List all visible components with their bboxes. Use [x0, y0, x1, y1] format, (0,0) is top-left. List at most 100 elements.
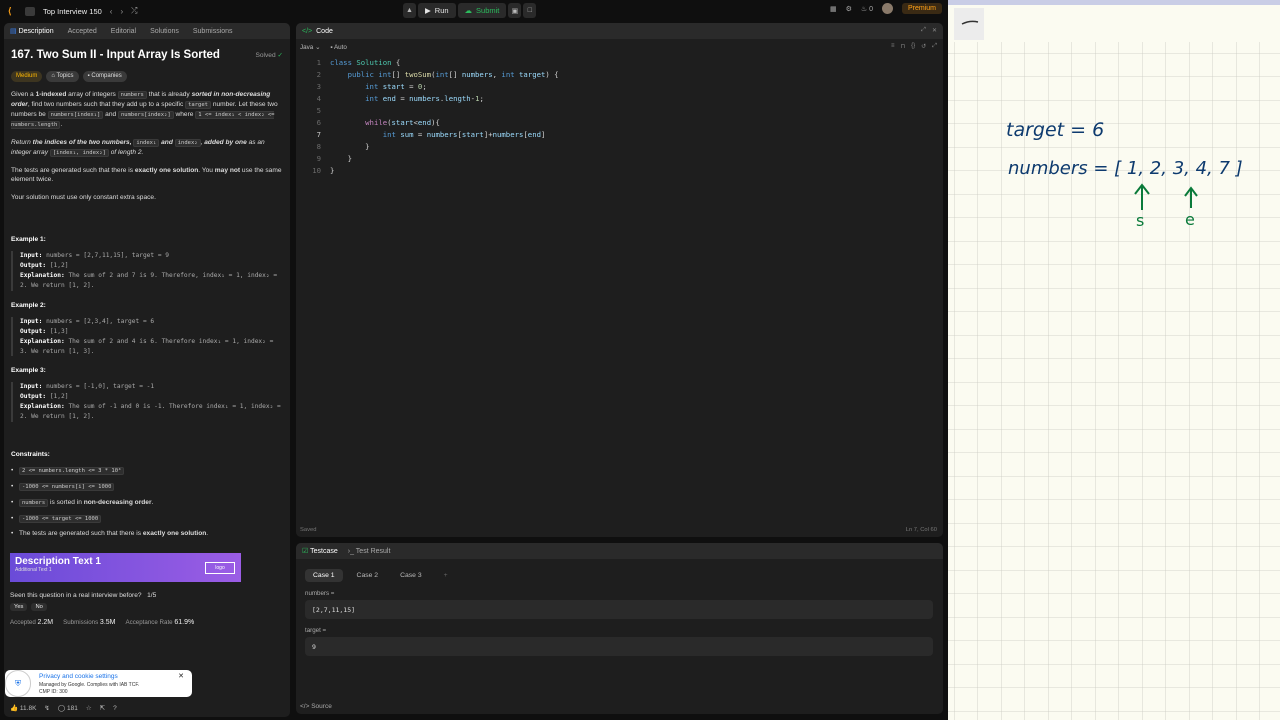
- code-line[interactable]: class Solution {: [330, 57, 400, 69]
- solved-status: Solved ✓: [255, 51, 283, 61]
- avatar[interactable]: [881, 3, 893, 14]
- code-title: Code: [316, 27, 333, 35]
- reset-icon[interactable]: ↺: [921, 43, 926, 50]
- bookmark-icon[interactable]: ⊓: [900, 43, 905, 50]
- code-line[interactable]: int start = 0;: [330, 81, 427, 93]
- settings-icon[interactable]: ⚙: [846, 5, 852, 13]
- line-number: 7: [316, 130, 321, 139]
- submit-button[interactable]: ☁ Submit: [457, 3, 507, 18]
- code-icon: </>: [302, 27, 313, 35]
- streak-counter[interactable]: ♨ 0: [861, 5, 873, 13]
- code-line[interactable]: }: [330, 165, 334, 177]
- list-item: 2 <= numbers.length <= 3 * 10⁴: [11, 466, 283, 476]
- code-editor[interactable]: 1 class Solution { 2 public int[] twoSum(…: [296, 55, 943, 175]
- close-icon[interactable]: ✕: [178, 672, 184, 680]
- line-number: 9: [316, 154, 321, 163]
- code-line[interactable]: int sum = numbers[start]+numbers[end]: [330, 129, 546, 141]
- companies-chip[interactable]: ▪ Companies: [82, 71, 127, 83]
- close-icon[interactable]: ✕: [932, 27, 937, 34]
- input-label: target =: [305, 627, 327, 634]
- problem-list-icon[interactable]: [25, 6, 35, 16]
- target-input[interactable]: 9: [305, 637, 933, 656]
- fullscreen-icon[interactable]: ⤢: [932, 43, 937, 50]
- statement-paragraph: Given a 1-indexed array of integers numb…: [11, 91, 278, 129]
- next-problem-icon[interactable]: ›: [120, 7, 123, 16]
- constraints-list: 2 <= numbers.length <= 3 * 10⁴ -1000 <= …: [11, 466, 283, 539]
- maximize-icon[interactable]: ⤢: [921, 27, 926, 34]
- code-line[interactable]: }: [330, 141, 369, 153]
- description-panel: ▤ Description Accepted Editorial Solutio…: [4, 23, 290, 717]
- like-button[interactable]: 👍 11.8K: [10, 704, 36, 712]
- numbers-input[interactable]: [2,7,11,15]: [305, 600, 933, 619]
- share-icon[interactable]: ⇱: [100, 704, 105, 712]
- premium-button[interactable]: Premium: [901, 3, 942, 14]
- source-label: Source: [311, 703, 332, 710]
- acceptance-rate-stat: Acceptance Rate 61.9%: [125, 619, 194, 626]
- run-button[interactable]: ▶ Run: [418, 3, 456, 18]
- tab-test-result[interactable]: ›_ Test Result: [348, 548, 391, 555]
- case-tab[interactable]: Case 3: [392, 569, 430, 582]
- streak-value: 0: [869, 5, 873, 13]
- difficulty-badge[interactable]: Medium: [11, 71, 43, 83]
- privacy-title[interactable]: Privacy and cookie settings: [39, 673, 118, 680]
- comments-count: 181: [66, 705, 78, 712]
- add-case-icon[interactable]: +: [436, 569, 456, 582]
- acceptance-rate-value: 61.9%: [174, 619, 195, 627]
- statement-paragraph: The tests are generated such that there …: [11, 166, 282, 184]
- whiteboard-button[interactable]: □: [523, 3, 537, 18]
- code-line[interactable]: int end = numbers.length-1;: [330, 93, 484, 105]
- bottom-bar: 👍 11.8K ↯ ◯ 181 ☆ ⇱ ?: [4, 700, 290, 716]
- ad-title: Description Text 1: [15, 556, 101, 568]
- help-icon[interactable]: ?: [113, 705, 117, 712]
- likes-count: 11.8K: [19, 705, 37, 712]
- prev-problem-icon[interactable]: ‹: [110, 7, 113, 16]
- code-line[interactable]: }: [330, 153, 352, 165]
- yes-button[interactable]: Yes: [10, 603, 28, 612]
- feedback-question: Seen this question in a real interview b…: [10, 592, 142, 600]
- example-output: [1,3]: [49, 327, 69, 335]
- problem-title[interactable]: 167. Two Sum II - Input Array Is Sorted: [11, 47, 220, 64]
- language-select[interactable]: Java ⌄: [300, 44, 320, 51]
- topics-chip[interactable]: ⌂ Topics: [46, 71, 79, 83]
- autocomplete-toggle[interactable]: ▪ Auto: [330, 44, 347, 51]
- description-icon: ▤: [10, 28, 17, 35]
- code-line[interactable]: public int[] twoSum(int[] numbers, int t…: [330, 69, 559, 81]
- format-icon[interactable]: ≡: [891, 43, 895, 50]
- no-button[interactable]: No: [31, 603, 47, 612]
- language-value: Java: [300, 43, 314, 51]
- constraints-heading: Constraints:: [11, 451, 50, 458]
- tab-testcase[interactable]: ☑ Testcase: [302, 547, 338, 555]
- tab-description[interactable]: ▤ Description: [10, 27, 54, 35]
- star-icon[interactable]: ☆: [86, 704, 92, 712]
- testcase-header: ☑ Testcase ›_ Test Result: [296, 543, 943, 559]
- code-icon: </>: [300, 703, 310, 710]
- code-line[interactable]: while(start<end){: [330, 117, 440, 129]
- shuffle-icon[interactable]: ⤮: [131, 6, 137, 16]
- leetcode-logo-icon[interactable]: ⟨: [8, 6, 17, 16]
- ad-banner[interactable]: Description Text 1 Additional Text 1 log…: [10, 553, 241, 583]
- braces-icon[interactable]: {}: [911, 43, 915, 50]
- dislike-icon[interactable]: ↯: [44, 704, 49, 712]
- tab-accepted[interactable]: Accepted: [68, 28, 97, 35]
- layout-icon[interactable]: ▦: [830, 5, 837, 13]
- whiteboard[interactable]: target = 6 numbers = [ 1, 2, 3, 4, 7 ] s…: [948, 0, 1280, 720]
- source-link[interactable]: </> Source: [300, 703, 332, 710]
- case-tab[interactable]: Case 2: [349, 569, 387, 582]
- interview-feedback: Seen this question in a real interview b…: [10, 592, 284, 599]
- notes-button[interactable]: ▣: [508, 3, 522, 18]
- input-label: numbers =: [305, 590, 335, 597]
- tab-submissions[interactable]: Submissions: [193, 28, 233, 35]
- problem-list-title[interactable]: Top Interview 150: [43, 7, 102, 16]
- tab-solutions[interactable]: Solutions: [150, 28, 179, 35]
- shield-icon[interactable]: ⛨: [5, 670, 31, 697]
- tab-editorial[interactable]: Editorial: [111, 28, 136, 35]
- comments-button[interactable]: ◯ 181: [58, 704, 78, 712]
- list-item: -1000 <= numbers[i] <= 1000: [11, 482, 283, 492]
- line-number: 1: [316, 58, 321, 67]
- case-tab[interactable]: Case 1: [305, 569, 343, 582]
- privacy-popup[interactable]: ⛨ Privacy and cookie settings Managed by…: [5, 670, 192, 697]
- line-number: 2: [316, 70, 321, 79]
- code-panel: </> Code ⤢ ✕ Java ⌄ ▪ Auto ≡ ⊓ {} ↺ ⤢ 1 cla…: [296, 23, 943, 537]
- debug-button[interactable]: ▲: [403, 3, 416, 18]
- example-box: Input: numbers = [2,3,4], target = 6 Outp…: [11, 316, 283, 357]
